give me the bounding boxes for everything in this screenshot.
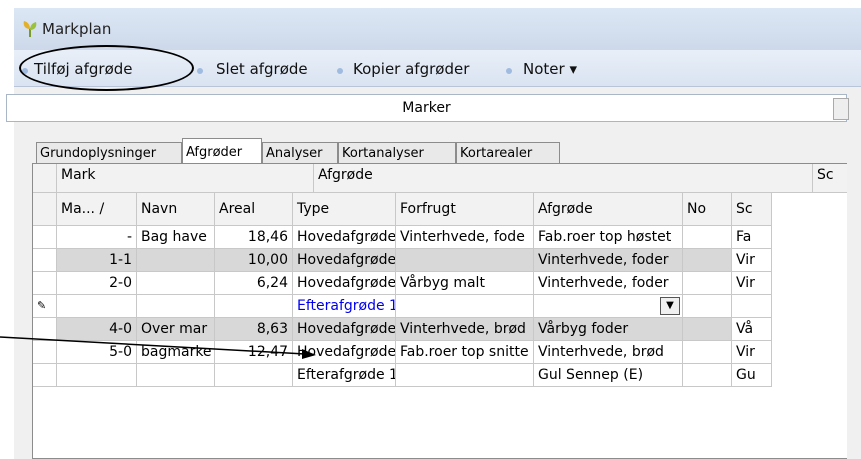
bullet-icon <box>506 68 512 74</box>
copy-crops-button[interactable]: Kopier afgrøder <box>353 60 469 78</box>
row-indicator[interactable] <box>33 341 57 364</box>
grid-cell-sc[interactable]: Vir <box>732 272 772 295</box>
grid-cell-navn[interactable]: bagmarke <box>137 341 215 364</box>
grid-cell-forfrugt[interactable] <box>396 364 534 387</box>
grid-cell-ma[interactable]: 2-0 <box>57 272 137 295</box>
tab-kortarealer[interactable]: Kortarealer <box>456 142 560 164</box>
grid-cell-forfrugt[interactable]: Fab.roer top snitte <box>396 341 534 364</box>
row-indicator[interactable] <box>33 249 57 272</box>
grid-cell-no[interactable] <box>683 295 732 318</box>
grid-cell-no[interactable] <box>683 364 732 387</box>
grid-cell-ma[interactable]: 5-0 <box>57 341 137 364</box>
column-header[interactable]: No <box>683 193 732 226</box>
grid-cell-areal[interactable]: 18,46 <box>215 226 293 249</box>
grid-cell-areal[interactable] <box>215 364 293 387</box>
row-indicator[interactable] <box>33 364 57 387</box>
column-header[interactable]: Areal <box>215 193 293 226</box>
chevron-down-icon[interactable]: ▼ <box>660 297 680 315</box>
grid-cell-forfrugt[interactable]: Vinterhvede, brød <box>396 318 534 341</box>
delete-crop-button[interactable]: Slet afgrøde <box>216 60 308 78</box>
grid-cell-areal[interactable]: 6,24 <box>215 272 293 295</box>
grid-cell-type[interactable]: Hovedafgrøde 1 <box>293 249 396 272</box>
highlight-ellipse <box>19 45 194 91</box>
grid-cell-afgrode[interactable]: Vinterhvede, foder <box>534 272 683 295</box>
row-indicator[interactable] <box>33 226 57 249</box>
grid-cell-navn[interactable] <box>137 295 215 318</box>
grid-cell-type[interactable]: Hovedafgrøde 1 <box>293 318 396 341</box>
bullet-icon <box>337 68 343 74</box>
grid-cell-areal[interactable]: 12,47 <box>215 341 293 364</box>
grid-cell-navn[interactable] <box>137 249 215 272</box>
grid-cell-type[interactable]: Hovedafgrøde 1 <box>293 226 396 249</box>
panel-header: Marker <box>6 94 847 122</box>
grid-cell-navn[interactable] <box>137 364 215 387</box>
grid-cell-no[interactable] <box>683 318 732 341</box>
tab-kortanalyser[interactable]: Kortanalyser <box>338 142 456 164</box>
grid-cell-sc[interactable] <box>732 295 772 318</box>
grid-cell-forfrugt[interactable] <box>396 249 534 272</box>
column-header[interactable]: Type <box>293 193 396 226</box>
grid-cell-navn[interactable]: Bag have <box>137 226 215 249</box>
group-header-next: Sc <box>813 164 847 193</box>
grid-cell-type[interactable]: Hovedafgrøde 1 <box>293 341 396 364</box>
grid-cell-forfrugt[interactable]: Vårbyg malt <box>396 272 534 295</box>
crops-grid: Mark Afgrøde Sc Ma... / Navn Areal Type Forfrug… <box>32 163 847 459</box>
row-indicator-header <box>33 164 57 193</box>
grid-cell-areal[interactable]: 10,00 <box>215 249 293 272</box>
leaf-logo-icon <box>23 21 37 37</box>
grid-cell-afgrode[interactable]: Vinterhvede, brød <box>534 341 683 364</box>
row-indicator-header <box>33 193 57 226</box>
grid-cell-ma[interactable] <box>57 364 137 387</box>
grid-cell-afgrode[interactable]: ▼ <box>534 295 683 318</box>
panel-scroll-button[interactable] <box>833 98 849 120</box>
grid-cell-no[interactable] <box>683 272 732 295</box>
grid-cell-no[interactable] <box>683 226 732 249</box>
tab-analyser[interactable]: Analyser <box>262 142 338 164</box>
column-header[interactable]: Afgrøde <box>534 193 683 226</box>
grid-cell-type[interactable]: Efterafgrøde 1 <box>293 364 396 387</box>
grid-cell-no[interactable] <box>683 249 732 272</box>
grid-cell-navn[interactable]: Over mar <box>137 318 215 341</box>
group-header-mark: Mark <box>57 164 314 193</box>
grid-cell-ma[interactable]: - <box>57 226 137 249</box>
tab-afgroder[interactable]: Afgrøder <box>182 138 262 165</box>
grid-cell-sc[interactable]: Gu <box>732 364 772 387</box>
grid-cell-ma[interactable] <box>57 295 137 318</box>
grid-cell-ma[interactable]: 1-1 <box>57 249 137 272</box>
grid-cell-sc[interactable]: Vir <box>732 341 772 364</box>
column-header[interactable]: Ma... / <box>57 193 137 226</box>
grid-cell-forfrugt[interactable] <box>396 295 534 318</box>
grid-cell-afgrode[interactable]: Fab.roer top høstet <box>534 226 683 249</box>
window-title: Markplan <box>42 20 112 38</box>
grid-cell-sc[interactable]: Vå <box>732 318 772 341</box>
grid-cell-afgrode[interactable]: Gul Sennep (E) <box>534 364 683 387</box>
title-bar: Markplan <box>14 8 861 50</box>
grid-cell-type[interactable]: Hovedafgrøde 1 <box>293 272 396 295</box>
grid-cell-areal[interactable]: 8,63 <box>215 318 293 341</box>
bullet-icon <box>197 68 203 74</box>
grid-cell-forfrugt[interactable]: Vinterhvede, fode <box>396 226 534 249</box>
row-indicator[interactable] <box>33 318 57 341</box>
grid-cell-afgrode[interactable]: Vinterhvede, foder <box>534 249 683 272</box>
column-header[interactable]: Forfrugt <box>396 193 534 226</box>
grid-cell-areal[interactable] <box>215 295 293 318</box>
grid-cell-ma[interactable]: 4-0 <box>57 318 137 341</box>
grid-cell-sc[interactable]: Fa <box>732 226 772 249</box>
grid-cell-afgrode[interactable]: Vårbyg foder <box>534 318 683 341</box>
grid-cell-no[interactable] <box>683 341 732 364</box>
grid-cell-sc[interactable]: Vir <box>732 249 772 272</box>
tab-grundoplysninger[interactable]: Grundoplysninger <box>36 142 182 164</box>
column-header[interactable]: Navn <box>137 193 215 226</box>
group-header-afgrode: Afgrøde <box>314 164 813 193</box>
grid-cell-type[interactable]: Efterafgrøde 1 <box>293 295 396 318</box>
row-indicator[interactable]: ✎ <box>33 295 57 318</box>
row-indicator[interactable] <box>33 272 57 295</box>
column-header[interactable]: Sc <box>732 193 772 226</box>
notes-dropdown[interactable]: Noter ▾ <box>523 60 577 78</box>
grid-cell-navn[interactable] <box>137 272 215 295</box>
